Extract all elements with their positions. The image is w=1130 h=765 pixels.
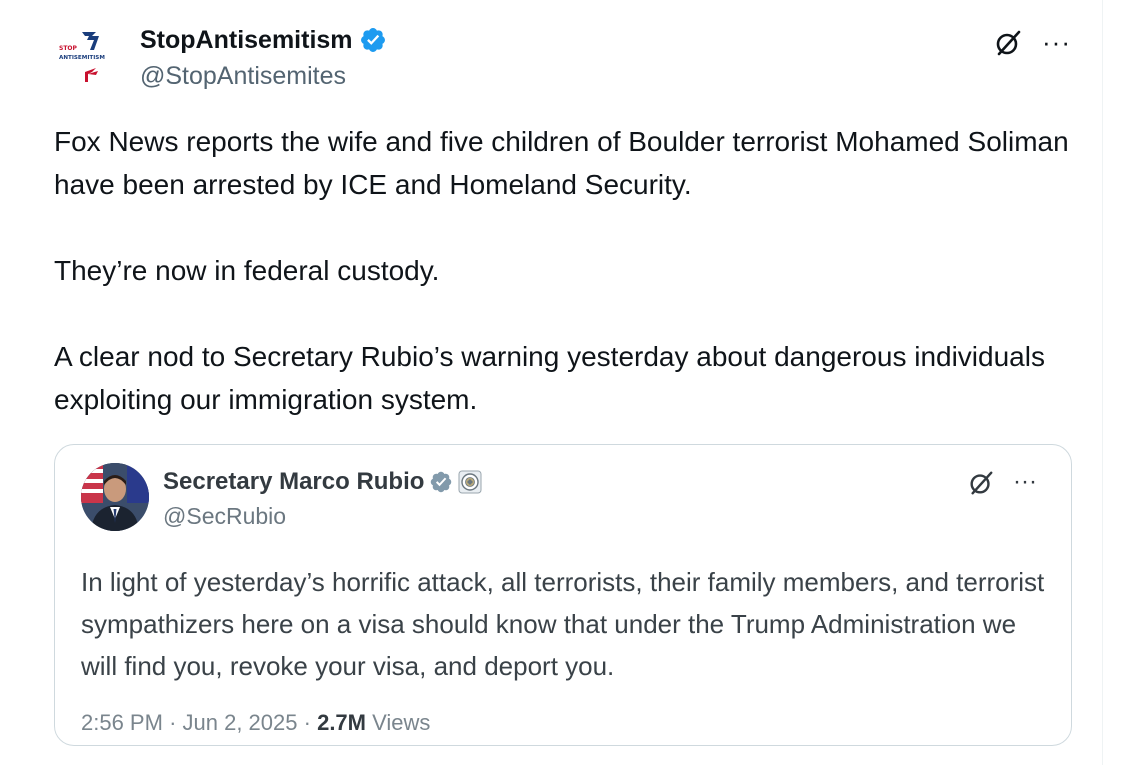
more-icon[interactable]: ··· [1013, 470, 1037, 494]
verified-badge-icon [360, 28, 385, 52]
meta-separator: · [303, 710, 311, 735]
government-verified-badge-icon [431, 471, 452, 493]
quoted-author-handle[interactable]: @SecRubio [163, 501, 286, 531]
quoted-tweet-card[interactable]: Secretary Marco Rubio @SecRubio ··· In l… [54, 444, 1072, 746]
views-count: 2.7M [317, 710, 366, 735]
author-name-text[interactable]: StopAntisemitism [140, 24, 353, 56]
tweet-paragraph: Fox News reports the wife and five child… [54, 126, 1069, 200]
quoted-author-name[interactable]: Secretary Marco Rubio [163, 467, 482, 497]
grok-icon[interactable] [967, 469, 995, 497]
tweet-paragraph: They’re now in federal custody. [54, 255, 440, 286]
more-icon[interactable]: ··· [1042, 29, 1071, 55]
avatar[interactable]: STOP ANTISEMITISM [54, 24, 124, 94]
logo-text-bottom: ANTISEMITISM [59, 55, 105, 61]
author-name[interactable]: StopAntisemitism [140, 24, 387, 56]
quoted-author-name-text[interactable]: Secretary Marco Rubio [163, 467, 424, 497]
meta-separator: · [169, 710, 177, 735]
grok-icon[interactable] [993, 28, 1023, 58]
quoted-tweet-time[interactable]: 2:56 PM [81, 710, 163, 735]
quoted-tweet-meta: 2:56 PM · Jun 2, 2025 · 2.7M Views [81, 709, 430, 737]
logo-text-top: STOP [59, 45, 78, 52]
author-handle[interactable]: @StopAntisemites [140, 60, 346, 92]
stop-antisemitism-logo-icon: STOP ANTISEMITISM [59, 32, 105, 82]
views-label: Views [372, 710, 431, 735]
tweet-text: Fox News reports the wife and five child… [54, 120, 1074, 421]
tweet-paragraph: A clear nod to Secretary Rubio’s warning… [54, 341, 1045, 415]
quoted-tweet-date[interactable]: Jun 2, 2025 [183, 710, 298, 735]
quoted-avatar[interactable] [81, 463, 149, 531]
tweet-container: STOP ANTISEMITISM StopAntisemitism @Stop… [0, 0, 1130, 765]
person-avatar-icon [81, 463, 149, 531]
column-divider [1102, 0, 1103, 765]
quoted-tweet-text: In light of yesterday’s horrific attack,… [81, 567, 1045, 681]
state-department-seal-icon [458, 470, 482, 494]
